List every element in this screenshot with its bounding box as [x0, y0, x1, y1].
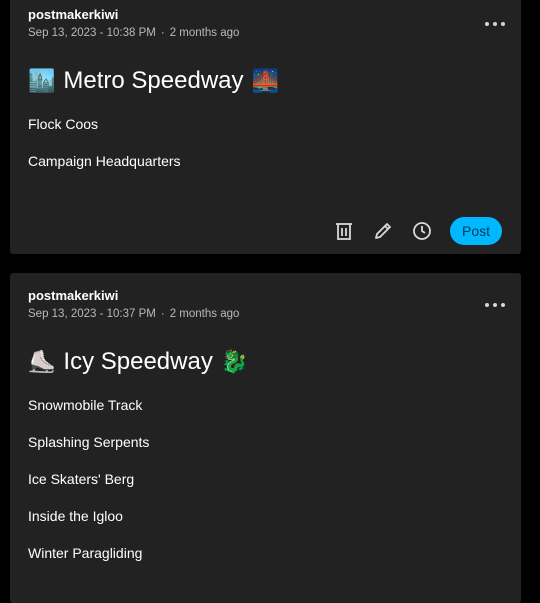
post-card: postmakerkiwi Sep 13, 2023 - 10:37 PM · 2 …	[10, 273, 521, 603]
clock-icon[interactable]	[411, 220, 433, 242]
post-button[interactable]: Post	[449, 217, 502, 245]
post-title-text: Metro Speedway	[63, 67, 244, 94]
post-title: ⛸️ Icy Speedway 🐉	[28, 348, 248, 376]
bridge-emoji-icon: 🌉	[251, 68, 279, 93]
post-username[interactable]: postmakerkiwi	[28, 7, 118, 22]
post-relative-time: 2 months ago	[169, 27, 240, 39]
list-item: Inside the Igloo	[28, 508, 123, 524]
dragon-emoji-icon: 🐉	[220, 349, 249, 374]
post-card: postmakerkiwi Sep 13, 2023 - 10:38 PM · 2 …	[10, 0, 521, 254]
more-options-icon[interactable]	[485, 295, 505, 315]
list-item: Flock Coos	[28, 116, 99, 132]
list-item: Snowmobile Track	[28, 397, 143, 413]
post-date[interactable]: Sep 13, 2023 - 10:37 PM	[28, 308, 156, 320]
list-item: Campaign Headquarters	[28, 153, 181, 169]
post-actions: Post	[333, 217, 502, 245]
pencil-icon[interactable]	[372, 220, 394, 242]
post-timestamp: Sep 13, 2023 - 10:37 PM · 2 months ago	[28, 308, 240, 320]
post-date[interactable]: Sep 13, 2023 - 10:38 PM	[28, 27, 156, 39]
list-item: Splashing Serpents	[28, 434, 150, 450]
more-options-icon[interactable]	[485, 14, 505, 34]
trash-icon[interactable]	[333, 220, 355, 242]
list-item: Winter Paragliding	[28, 545, 143, 561]
post-timestamp: Sep 13, 2023 - 10:38 PM · 2 months ago	[28, 27, 240, 39]
post-title-text: Icy Speedway	[63, 348, 213, 375]
post-relative-time: 2 months ago	[169, 308, 240, 320]
cityscape-emoji-icon: 🏙️	[28, 68, 56, 93]
post-username[interactable]: postmakerkiwi	[28, 288, 118, 303]
ice-skate-emoji-icon: ⛸️	[28, 349, 56, 374]
list-item: Ice Skaters' Berg	[28, 471, 135, 487]
post-title: 🏙️ Metro Speedway 🌉	[28, 67, 279, 95]
